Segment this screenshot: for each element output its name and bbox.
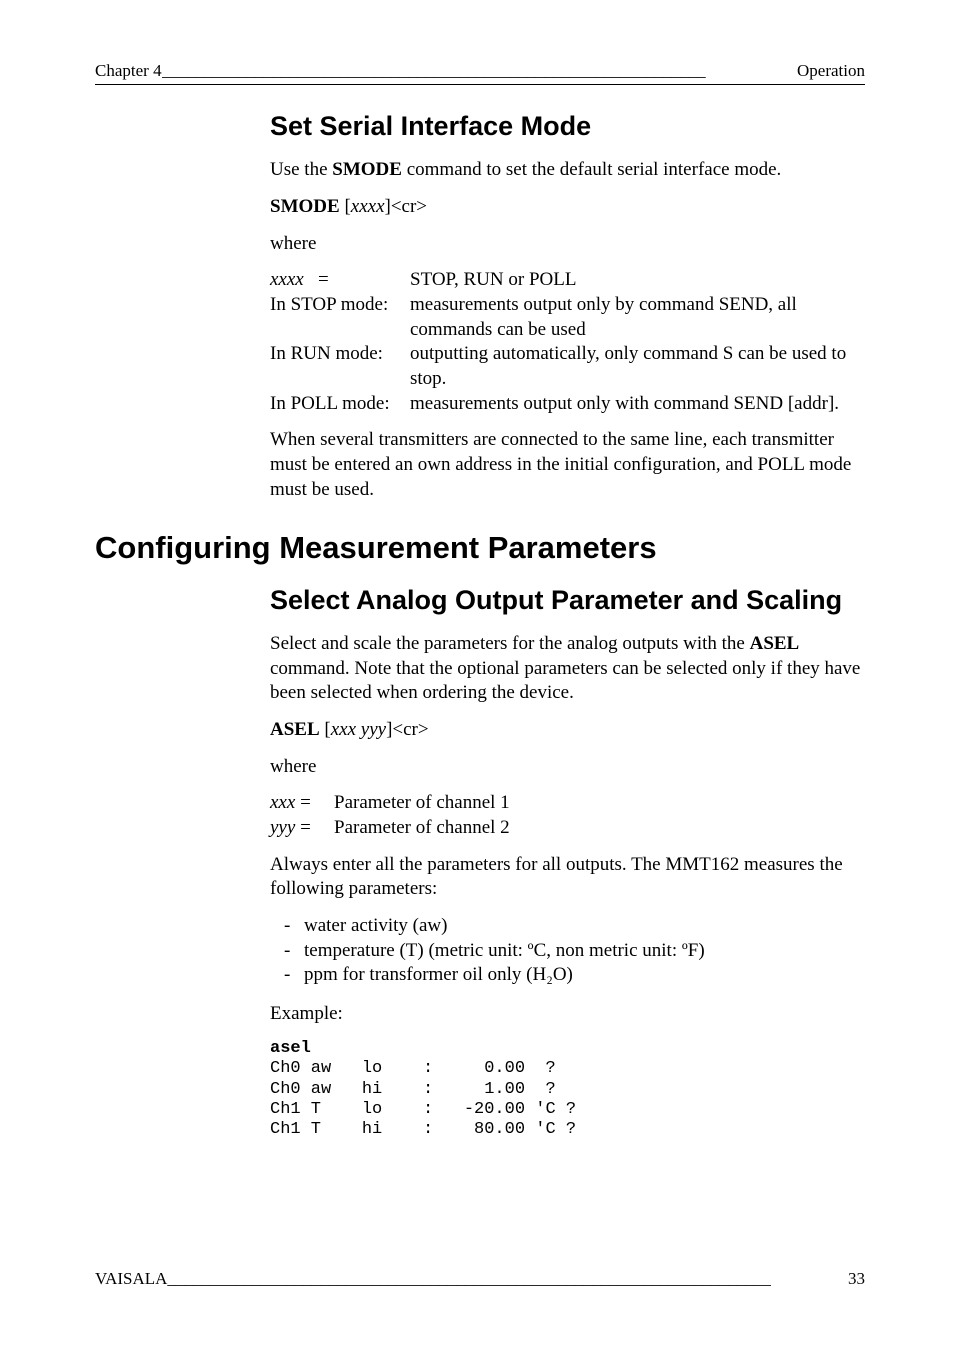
txt: ]<cr> xyxy=(386,719,429,740)
where-label-2: where xyxy=(270,755,865,780)
txt: Select and scale the parameters for the … xyxy=(270,633,750,654)
page-body: Chapter 4 ______________________________… xyxy=(95,60,865,1141)
eq: = xyxy=(295,817,310,838)
page-header: Chapter 4 ______________________________… xyxy=(95,60,865,85)
asel-intro: Select and scale the parameters for the … xyxy=(270,632,865,706)
txt: [ xyxy=(320,719,331,740)
txt: Use the xyxy=(270,159,332,180)
list-item: ppm for transformer oil only (H₂O) xyxy=(304,963,865,988)
txt: [ xyxy=(340,196,351,217)
param-key: In POLL mode: xyxy=(270,392,410,417)
param-val: measurements output only with command SE… xyxy=(410,392,865,417)
page-footer: VAISALA ________________________________… xyxy=(95,1268,865,1290)
var-val: Parameter of channel 2 xyxy=(334,816,865,841)
heading-set-serial: Set Serial Interface Mode xyxy=(270,109,865,144)
serial-intro: Use the SMODE command to set the default… xyxy=(270,158,865,183)
syntax-arg: xxxx xyxy=(351,196,385,217)
table-row: xxxx = STOP, RUN or POLL xyxy=(270,268,865,293)
param-list: water activity (aw) temperature (T) (met… xyxy=(270,914,865,988)
var-name: yyy xyxy=(270,817,295,838)
smode-syntax: SMODE [xxxx]<cr> xyxy=(270,195,865,220)
smode-params-table: xxxx = STOP, RUN or POLL In STOP mode: m… xyxy=(270,268,865,416)
txt: command to set the default serial interf… xyxy=(402,159,781,180)
content-column: Set Serial Interface Mode Use the SMODE … xyxy=(270,109,865,1141)
heading-configuring: Configuring Measurement Parameters xyxy=(95,528,865,568)
txt: command. Note that the optional paramete… xyxy=(270,658,860,704)
eq: = xyxy=(295,792,310,813)
param-val: outputting automatically, only command S… xyxy=(410,342,865,391)
command-name: SMODE xyxy=(332,159,402,180)
example-label: Example: xyxy=(270,1002,865,1027)
smode-note: When several transmitters are connected … xyxy=(270,428,865,502)
var-key: xxx = xyxy=(270,791,334,816)
table-row: xxx = Parameter of channel 1 xyxy=(270,791,865,816)
example-code-block: asel Ch0 aw lo : 0.00 ? Ch0 aw hi : 1.00… xyxy=(270,1039,865,1141)
header-left: Chapter 4 xyxy=(95,60,162,82)
header-right: Operation xyxy=(797,60,865,82)
list-item: water activity (aw) xyxy=(304,914,865,939)
header-fill: ________________________________________… xyxy=(162,60,797,82)
param-key: xxxx = xyxy=(270,268,410,293)
asel-vars-table: xxx = Parameter of channel 1 yyy = Param… xyxy=(270,791,865,840)
table-row: In RUN mode: outputting automatically, o… xyxy=(270,342,865,391)
list-item: temperature (T) (metric unit: ºC, non me… xyxy=(304,939,865,964)
table-row: yyy = Parameter of channel 2 xyxy=(270,816,865,841)
table-row: In POLL mode: measurements output only w… xyxy=(270,392,865,417)
param-val: STOP, RUN or POLL xyxy=(410,268,865,293)
page-number: 33 xyxy=(842,1268,865,1290)
var-val: Parameter of channel 1 xyxy=(334,791,865,816)
where-label: where xyxy=(270,232,865,257)
var-name: xxx xyxy=(270,792,295,813)
param-key: In STOP mode: xyxy=(270,293,410,342)
asel-syntax: ASEL [xxx yyy]<cr> xyxy=(270,718,865,743)
var-key: yyy = xyxy=(270,816,334,841)
asel-params-intro: Always enter all the parameters for all … xyxy=(270,853,865,902)
table-row: In STOP mode: measurements output only b… xyxy=(270,293,865,342)
command-name: ASEL xyxy=(750,633,800,654)
syntax-cmd: ASEL xyxy=(270,719,320,740)
syntax-cmd: SMODE xyxy=(270,196,340,217)
param-val: measurements output only by command SEND… xyxy=(410,293,865,342)
footer-fill: ________________________________________… xyxy=(167,1268,842,1290)
footer-left: VAISALA xyxy=(95,1268,167,1290)
heading-asel: Select Analog Output Parameter and Scali… xyxy=(270,583,865,618)
txt: ]<cr> xyxy=(385,196,428,217)
syntax-arg: xxx yyy xyxy=(331,719,386,740)
param-key: In RUN mode: xyxy=(270,342,410,391)
